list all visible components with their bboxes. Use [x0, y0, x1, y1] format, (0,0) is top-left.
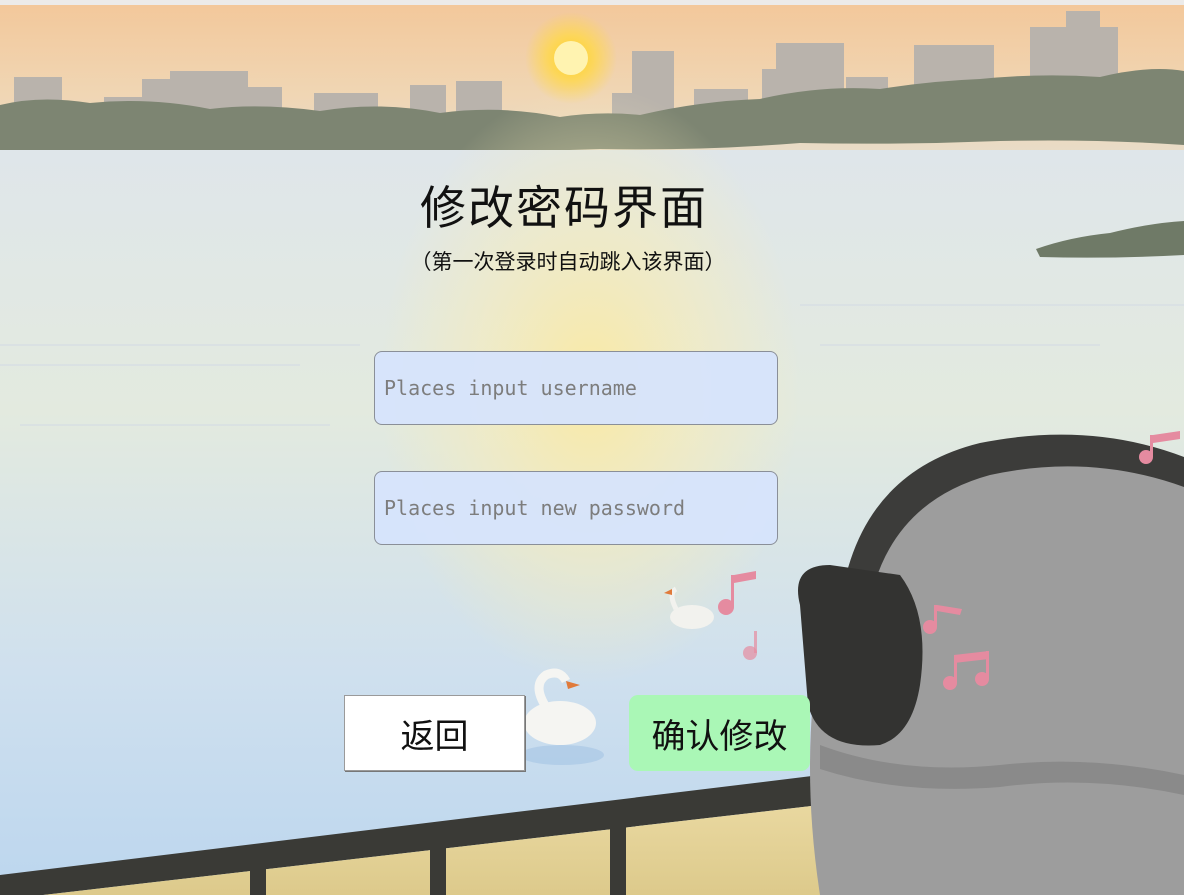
sun [554, 41, 588, 75]
background-illustration [0, 5, 1184, 895]
username-input[interactable] [374, 351, 778, 425]
page-title: 修改密码界面 [420, 181, 708, 235]
new-password-input[interactable] [374, 471, 778, 545]
page-subtitle: （第一次登录时自动跳入该界面） [410, 250, 726, 274]
back-button[interactable]: 返回 [344, 695, 525, 771]
window-top-strip [0, 0, 1184, 5]
login-page: 修改密码界面 （第一次登录时自动跳入该界面） 返回 确认修改 [0, 0, 1184, 895]
confirm-change-button[interactable]: 确认修改 [629, 695, 810, 771]
